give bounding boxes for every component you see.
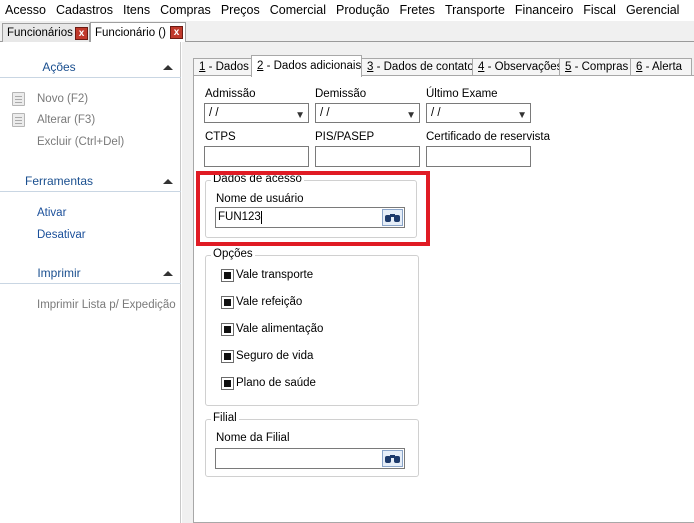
- vale-alimentacao-label: Vale alimentação: [236, 323, 324, 335]
- ativar-action[interactable]: Ativar: [37, 207, 66, 219]
- binoculars-icon: [385, 453, 400, 464]
- excluir-action[interactable]: Excluir (Ctrl+Del): [37, 136, 124, 148]
- highlight-box: [196, 171, 430, 246]
- tab-dados[interactable]: 1 - Dados: [193, 58, 252, 76]
- group-title: Opções: [211, 248, 255, 260]
- edit-document-icon: [12, 113, 25, 127]
- doc-tab-funcionario[interactable]: Funcionário () x: [90, 22, 186, 42]
- chevron-down-icon[interactable]: ▼: [295, 107, 305, 125]
- plano-saude-label: Plano de saúde: [236, 377, 316, 389]
- seguro-vida-label: Seguro de vida: [236, 350, 314, 362]
- collapse-icon[interactable]: [163, 179, 173, 184]
- section-header-ferramentas[interactable]: Ferramentas: [0, 170, 181, 192]
- group-title: Filial: [211, 412, 239, 424]
- section-header-imprimir[interactable]: Imprimir: [0, 262, 181, 284]
- doc-tab-funcionarios[interactable]: Funcionários x: [2, 23, 90, 42]
- new-document-icon: [12, 92, 25, 106]
- menu-precos[interactable]: Preços: [216, 0, 265, 21]
- vale-alimentacao-checkbox[interactable]: [221, 323, 234, 336]
- vale-refeicao-checkbox[interactable]: [221, 296, 234, 309]
- admissao-date-combo[interactable]: / / ▼: [204, 103, 309, 123]
- menu-bar: Acesso Cadastros Itens Compras Preços Co…: [0, 0, 694, 21]
- vale-transporte-checkbox[interactable]: [221, 269, 234, 282]
- vale-refeicao-label: Vale refeição: [236, 296, 303, 308]
- novo-action[interactable]: Novo (F2): [37, 93, 88, 105]
- ctps-label: CTPS: [205, 131, 236, 143]
- pis-label: PIS/PASEP: [315, 131, 375, 143]
- demissao-label: Demissão: [315, 88, 367, 100]
- section-title: Ações: [42, 60, 76, 74]
- alterar-action[interactable]: Alterar (F3): [37, 114, 95, 126]
- filial-label: Nome da Filial: [216, 432, 290, 444]
- menu-compras[interactable]: Compras: [155, 0, 216, 21]
- menu-producao[interactable]: Produção: [331, 0, 395, 21]
- section-title: Imprimir: [37, 266, 81, 280]
- plano-saude-checkbox[interactable]: [221, 377, 234, 390]
- menu-cadastros[interactable]: Cadastros: [51, 0, 118, 21]
- collapse-icon[interactable]: [163, 65, 173, 70]
- menu-financeiro[interactable]: Financeiro: [510, 0, 578, 21]
- menu-acesso[interactable]: Acesso: [0, 0, 51, 21]
- seguro-vida-checkbox[interactable]: [221, 350, 234, 363]
- chevron-down-icon[interactable]: ▼: [517, 107, 527, 125]
- filial-input[interactable]: [215, 448, 405, 469]
- certificado-label: Certificado de reservista: [426, 131, 550, 143]
- close-icon[interactable]: x: [170, 26, 183, 39]
- menu-comercial[interactable]: Comercial: [265, 0, 331, 21]
- ctps-input[interactable]: [204, 146, 309, 167]
- actions-sidebar: Ações Novo (F2) Alterar (F3) Excluir (Ct…: [0, 42, 181, 523]
- menu-fretes[interactable]: Fretes: [395, 0, 440, 21]
- doc-tab-label: Funcionários: [7, 27, 73, 39]
- desativar-action[interactable]: Desativar: [37, 229, 86, 241]
- vale-transporte-label: Vale transporte: [236, 269, 314, 281]
- tab-dados-adicionais[interactable]: 2 - Dados adicionais: [251, 55, 362, 77]
- menu-gerencial[interactable]: Gerencial: [621, 0, 685, 21]
- certificado-input[interactable]: [426, 146, 531, 167]
- tab-alerta[interactable]: 6 - Alerta: [630, 58, 692, 76]
- collapse-icon[interactable]: [163, 271, 173, 276]
- ultimo-exame-label: Último Exame: [426, 88, 498, 100]
- imprimir-lista-action[interactable]: Imprimir Lista p/ Expedição: [37, 299, 176, 311]
- pis-input[interactable]: [315, 146, 420, 167]
- menu-fiscal[interactable]: Fiscal: [578, 0, 621, 21]
- search-lookup-button[interactable]: [382, 450, 403, 467]
- doc-tab-label: Funcionário (): [95, 26, 166, 39]
- close-icon[interactable]: x: [75, 27, 88, 40]
- tab-dados-contato[interactable]: 3 - Dados de contato: [361, 58, 474, 76]
- demissao-date-combo[interactable]: / / ▼: [315, 103, 420, 123]
- document-tabs: Funcionários x Funcionário () x: [0, 21, 694, 42]
- menu-transporte[interactable]: Transporte: [440, 0, 510, 21]
- section-title: Ferramentas: [24, 174, 94, 188]
- tab-compras[interactable]: 5 - Compras: [559, 58, 631, 76]
- section-header-acoes[interactable]: Ações: [0, 56, 181, 78]
- menu-itens[interactable]: Itens: [118, 0, 155, 21]
- ultimo-exame-date-combo[interactable]: / / ▼: [426, 103, 531, 123]
- tab-observacoes[interactable]: 4 - Observações: [472, 58, 562, 76]
- chevron-down-icon[interactable]: ▼: [406, 107, 416, 125]
- admissao-label: Admissão: [205, 88, 256, 100]
